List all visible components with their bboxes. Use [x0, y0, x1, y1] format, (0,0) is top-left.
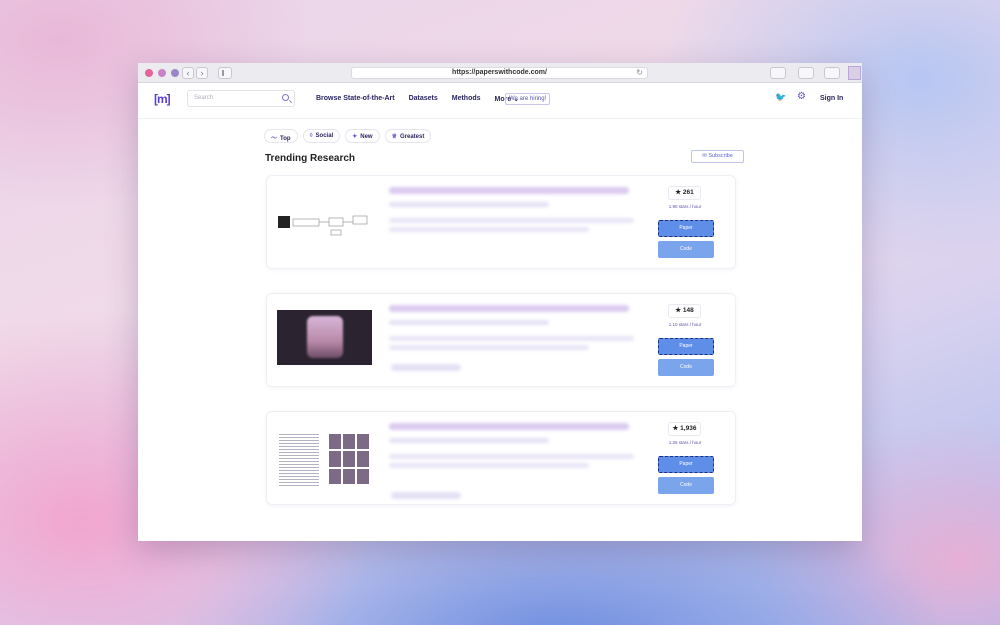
search-input[interactable]: Search: [187, 90, 295, 107]
main-content: 〜 Top ◊ Social ✦ New ♕ Greatest Trending Res…: [264, 129, 744, 529]
gear-icon[interactable]: ⚙: [797, 92, 806, 102]
paper-list: ★ 261 1.90 stars / hour Paper Code ★ 148…: [264, 175, 744, 505]
paper-abstract: [389, 218, 634, 223]
site-logo[interactable]: [m]: [154, 92, 171, 106]
paper-meta: [389, 438, 549, 443]
star-rate: 1.10 stars / hour: [668, 322, 702, 327]
search-icon[interactable]: [282, 94, 289, 101]
paper-button[interactable]: Paper: [658, 220, 714, 237]
star-rate: 1.25 stars / hour: [668, 440, 702, 445]
nav-browse-sota[interactable]: Browse State-of-the-Art: [316, 95, 395, 103]
window-controls: [145, 69, 179, 77]
paper-abstract: [389, 345, 589, 350]
filter-label: Greatest: [400, 134, 425, 140]
paper-meta: [389, 202, 549, 207]
paper-abstract: [389, 227, 589, 232]
paper-abstract: [389, 336, 634, 341]
extension-button[interactable]: [770, 67, 786, 79]
image-grid: [329, 434, 369, 484]
back-button[interactable]: ‹: [182, 67, 194, 79]
sign-in-link[interactable]: Sign In: [820, 95, 843, 102]
reload-icon[interactable]: ↻: [636, 68, 643, 78]
code-button[interactable]: Code: [658, 477, 714, 494]
maximize-window-button[interactable]: [171, 69, 179, 77]
address-bar[interactable]: https://paperswithcode.com/ ↻: [351, 67, 648, 79]
filter-social[interactable]: ◊ Social: [302, 129, 341, 143]
face-image: [307, 316, 343, 358]
twitter-icon[interactable]: 🐦: [775, 93, 786, 102]
paper-button[interactable]: Paper: [658, 456, 714, 473]
trophy-icon: ♕: [391, 134, 397, 140]
page-title: Trending Research: [265, 153, 356, 164]
filter-label: Top: [280, 136, 291, 142]
paper-button[interactable]: Paper: [658, 338, 714, 355]
code-button[interactable]: Code: [658, 359, 714, 376]
search-placeholder: Search: [194, 95, 214, 101]
star-count: ★ 148: [668, 304, 701, 318]
diagram-image: [278, 215, 368, 236]
minimize-window-button[interactable]: [158, 69, 166, 77]
paper-abstract: [389, 463, 589, 468]
share-button[interactable]: [798, 67, 814, 79]
paper-thumbnail[interactable]: [277, 196, 372, 251]
paper-card[interactable]: ★ 148 1.10 stars / hour Paper Code: [266, 293, 736, 387]
social-icon: ◊: [309, 133, 313, 139]
sidebar-toggle-button[interactable]: [218, 67, 232, 79]
main-nav: Browse State-of-the-Art Datasets Methods…: [316, 95, 533, 103]
filter-new[interactable]: ✦ New: [345, 129, 380, 143]
star-count: ★ 1,936: [668, 422, 701, 436]
chevron-left-icon: ‹: [186, 68, 190, 78]
paper-meta: [389, 320, 549, 325]
tabs-button[interactable]: [824, 67, 840, 79]
paper-thumbnail[interactable]: [277, 432, 372, 487]
forward-button[interactable]: ›: [196, 67, 208, 79]
browser-titlebar: ‹ › https://paperswithcode.com/ ↻: [138, 63, 862, 83]
paper-thumbnail[interactable]: [277, 310, 372, 365]
trend-icon: 〜: [271, 136, 278, 142]
paper-title[interactable]: [389, 305, 629, 312]
paper-card[interactable]: ★ 261 1.90 stars / hour Paper Code: [266, 175, 736, 269]
close-window-button[interactable]: [145, 69, 153, 77]
document-text-image: [279, 434, 319, 486]
filter-greatest[interactable]: ♕ Greatest: [384, 129, 432, 143]
filter-top[interactable]: 〜 Top: [264, 129, 298, 143]
section-header: Trending Research ✉ Subscribe: [264, 148, 744, 174]
nav-methods[interactable]: Methods: [452, 95, 481, 103]
star-rate: 1.90 stars / hour: [668, 204, 702, 209]
task-tag[interactable]: [391, 492, 461, 499]
filter-label: New: [360, 134, 373, 140]
subscribe-button[interactable]: ✉ Subscribe: [691, 150, 744, 163]
browser-window: ‹ › https://paperswithcode.com/ ↻ [m] Se…: [138, 63, 862, 541]
new-tab-button[interactable]: [848, 66, 861, 80]
star-count: ★ 261: [668, 186, 701, 200]
hiring-badge[interactable]: We are hiring!: [505, 93, 551, 105]
code-button[interactable]: Code: [658, 241, 714, 258]
chevron-right-icon: ›: [200, 68, 204, 78]
site-header: [m] Search Browse State-of-the-Art Datas…: [138, 83, 862, 119]
task-tag[interactable]: [391, 364, 461, 371]
nav-datasets[interactable]: Datasets: [409, 95, 438, 103]
url-text: https://paperswithcode.com/: [452, 69, 547, 76]
paper-title[interactable]: [389, 187, 629, 194]
paper-card[interactable]: ★ 1,936 1.25 stars / hour Paper Code: [266, 411, 736, 505]
filter-tabs: 〜 Top ◊ Social ✦ New ♕ Greatest: [264, 129, 744, 143]
paper-abstract: [389, 454, 634, 459]
paper-title[interactable]: [389, 423, 629, 430]
new-icon: ✦: [352, 134, 358, 140]
filter-label: Social: [315, 133, 334, 139]
